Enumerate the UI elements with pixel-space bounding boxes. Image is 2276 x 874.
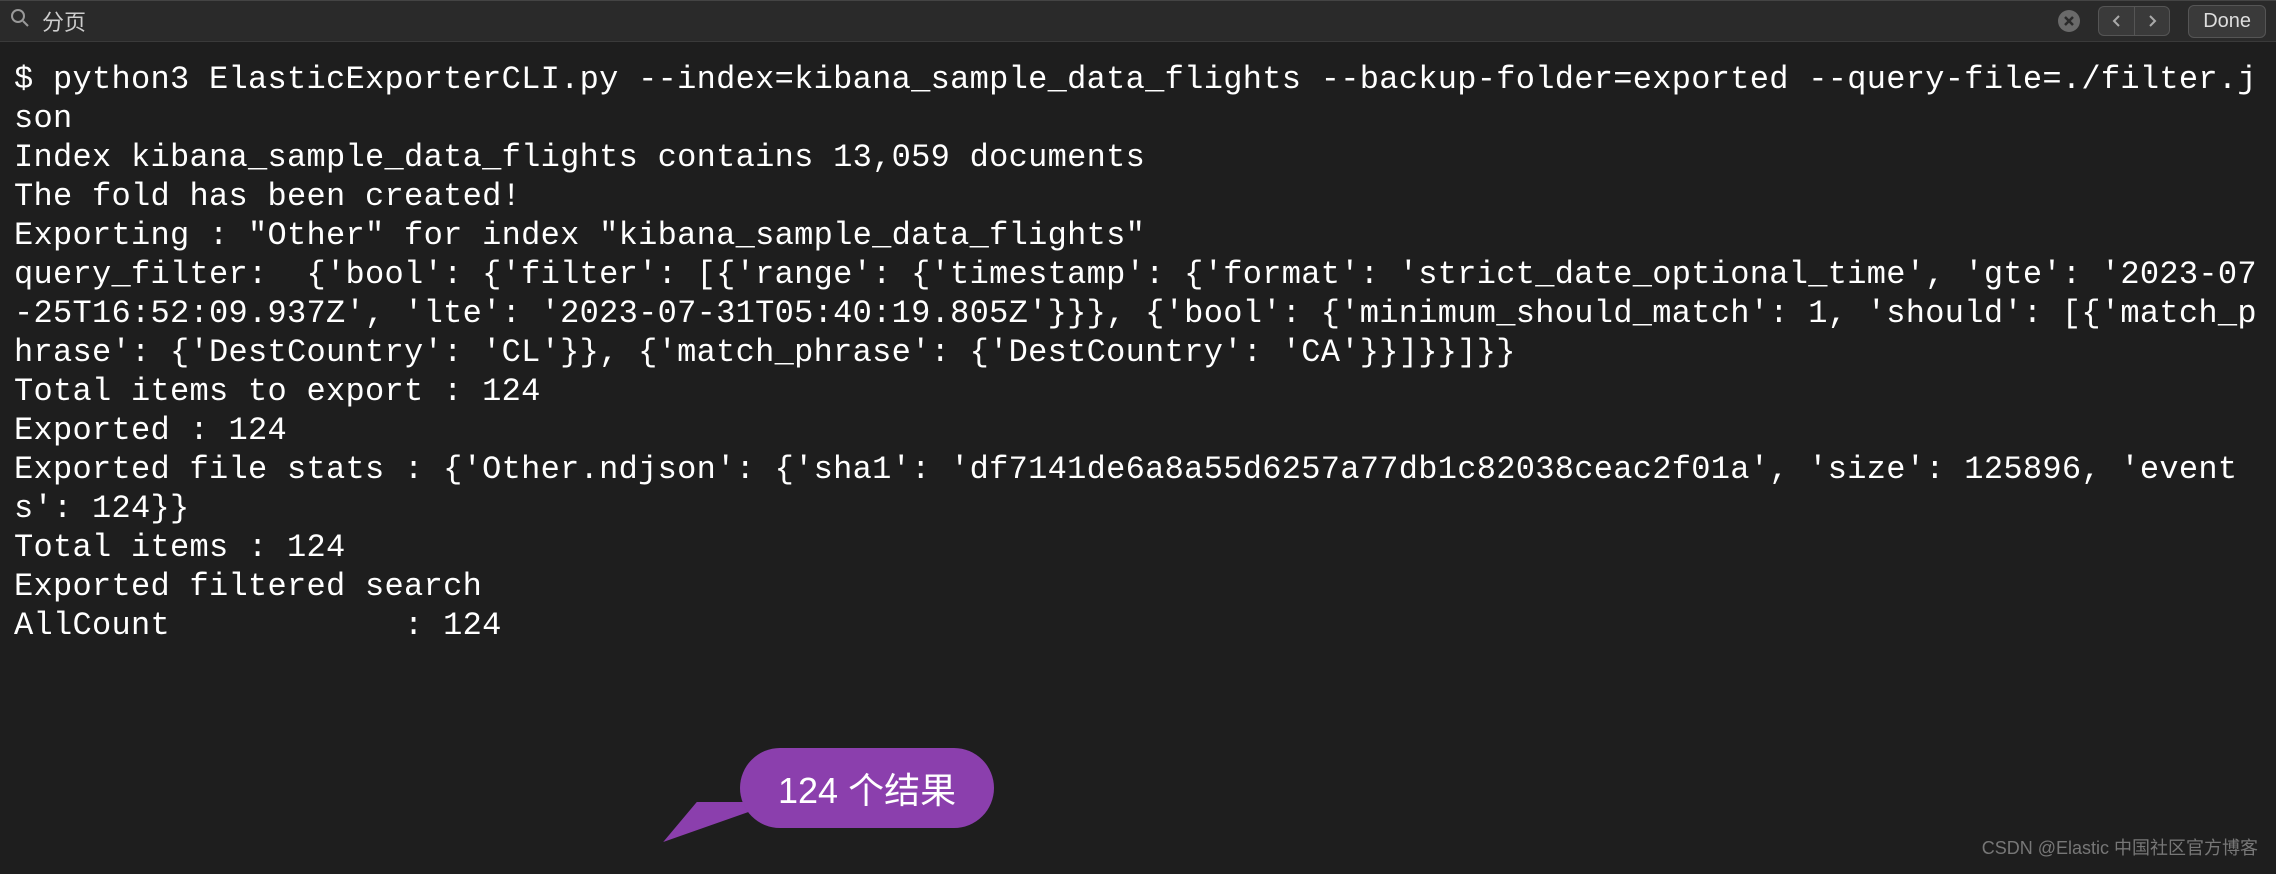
watermark: CSDN @Elastic 中国社区官方博客 — [1982, 834, 2258, 860]
prev-button[interactable] — [2098, 6, 2134, 36]
search-icon — [10, 8, 30, 35]
search-bar: Done — [0, 0, 2276, 42]
callout-annotation: 124 个结果 — [740, 748, 994, 828]
terminal-output[interactable]: $ python3 ElasticExporterCLI.py --index=… — [0, 42, 2276, 663]
search-input[interactable] — [42, 8, 2050, 34]
nav-buttons — [2098, 6, 2170, 36]
done-button[interactable]: Done — [2188, 5, 2266, 38]
next-button[interactable] — [2134, 6, 2170, 36]
clear-search-button[interactable] — [2058, 10, 2080, 32]
